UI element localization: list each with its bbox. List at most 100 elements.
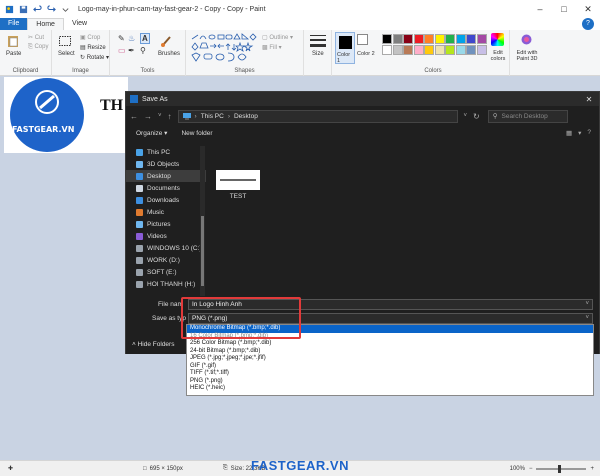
file-type-option[interactable]: PNG (*.png): [187, 378, 593, 386]
rotate-button[interactable]: ↻ Rotate ▾: [80, 54, 109, 61]
nav-item[interactable]: Downloads: [126, 194, 206, 206]
fill-button[interactable]: ▩ Fill ▾: [262, 44, 282, 51]
color-swatch[interactable]: [455, 45, 466, 55]
organize-button[interactable]: Organize ▾: [136, 129, 167, 137]
color2-swatch[interactable]: [357, 34, 368, 45]
canvas[interactable]: FASTGEAR.VN TH: [4, 77, 128, 153]
nav-item[interactable]: Videos: [126, 230, 206, 242]
nav-item[interactable]: Documents: [126, 182, 206, 194]
file-type-option[interactable]: GIF (*.gif): [187, 363, 593, 371]
nav-item[interactable]: WORK (D:): [126, 254, 206, 266]
magnifier-icon[interactable]: ⚲: [140, 46, 146, 55]
eraser-icon[interactable]: ▭: [118, 46, 126, 55]
tab-file[interactable]: File: [0, 18, 28, 30]
help-circle-icon[interactable]: ?: [587, 129, 591, 137]
color-swatch[interactable]: [424, 45, 434, 55]
color-swatch[interactable]: [466, 45, 476, 55]
edit-colors-button[interactable]: Edit colors: [488, 50, 508, 62]
crop-button[interactable]: ▣ Crop: [80, 34, 100, 41]
nav-item[interactable]: Pictures: [126, 218, 206, 230]
view-options-icon[interactable]: ▦: [566, 129, 572, 137]
search-box[interactable]: ⚲ Search Desktop: [487, 109, 568, 123]
color-swatch[interactable]: [403, 45, 413, 55]
saveas-dropdown-icon[interactable]: ˅: [585, 314, 589, 323]
color-swatch[interactable]: [392, 34, 403, 44]
color-swatch[interactable]: [476, 34, 487, 44]
new-folder-button[interactable]: New folder: [181, 130, 212, 137]
customize-quick-access-icon[interactable]: [61, 5, 70, 14]
recent-dropdown-icon[interactable]: ˅: [158, 113, 162, 119]
close-icon[interactable]: ✕: [576, 0, 600, 18]
pencil-icon[interactable]: ✎: [118, 34, 125, 43]
redo-icon[interactable]: [47, 4, 56, 14]
file-type-option[interactable]: TIFF (*.tif;*.tiff): [187, 370, 593, 378]
save-icon[interactable]: [19, 5, 28, 14]
outline-button[interactable]: ▢ Outline ▾: [262, 34, 293, 41]
color-swatch[interactable]: [403, 34, 413, 44]
fill-icon[interactable]: ♨: [128, 34, 135, 43]
maximize-icon[interactable]: □: [552, 0, 576, 18]
color-swatch[interactable]: [445, 34, 455, 44]
nav-scroll-thumb[interactable]: [201, 216, 204, 286]
shapes-gallery[interactable]: [190, 33, 260, 63]
color-swatch[interactable]: [382, 45, 392, 55]
color-swatch[interactable]: [424, 34, 434, 44]
breadcrumb-desktop[interactable]: Desktop: [234, 113, 258, 120]
help-icon[interactable]: ?: [582, 18, 594, 30]
paste-icon[interactable]: [6, 34, 20, 48]
color-picker-icon[interactable]: ✒: [128, 46, 135, 55]
file-type-option[interactable]: HEIC (*.heic): [187, 385, 593, 393]
address-dropdown-icon[interactable]: ˅: [464, 113, 468, 119]
brushes-button[interactable]: Brushes: [158, 51, 180, 57]
nav-item[interactable]: This PC: [126, 146, 206, 158]
nav-scrollbar[interactable]: [200, 146, 205, 296]
cut-button[interactable]: ✂ Cut: [28, 34, 44, 41]
color-swatch[interactable]: [434, 45, 445, 55]
up-arrow-icon[interactable]: ↑: [168, 112, 172, 121]
color-swatch[interactable]: [476, 45, 487, 55]
select-icon[interactable]: [58, 34, 72, 48]
file-type-option[interactable]: 24-bit Bitmap (*.bmp;*.dib): [187, 348, 593, 356]
resize-button[interactable]: ▤ Resize: [80, 44, 106, 51]
select-button[interactable]: Select: [58, 51, 75, 57]
tab-view[interactable]: View: [64, 18, 95, 30]
refresh-icon[interactable]: ↻: [473, 112, 480, 121]
undo-icon[interactable]: [33, 4, 42, 14]
brush-icon[interactable]: [160, 34, 174, 48]
color-swatch[interactable]: [382, 34, 392, 44]
size-button[interactable]: Size: [312, 51, 324, 57]
copy-button[interactable]: ⎘ Copy: [28, 44, 48, 51]
minimize-icon[interactable]: –: [528, 0, 552, 18]
tab-home[interactable]: Home: [27, 18, 64, 30]
rainbow-icon[interactable]: [491, 33, 504, 46]
color-swatch[interactable]: [413, 45, 424, 55]
file-type-option[interactable]: 256 Color Bitmap (*.bmp;*.dib): [187, 340, 593, 348]
size-lines-icon[interactable]: [310, 34, 326, 48]
forward-arrow-icon[interactable]: →: [144, 112, 152, 121]
color-swatch[interactable]: [392, 45, 403, 55]
edit-with-paint3d-button[interactable]: Edit with Paint 3D: [511, 50, 543, 62]
file-name[interactable]: TEST: [216, 193, 260, 200]
paint3d-icon[interactable]: [520, 33, 533, 46]
file-thumbnail[interactable]: [216, 170, 260, 190]
nav-item[interactable]: Music: [126, 206, 206, 218]
breadcrumb-this-pc[interactable]: This PC: [201, 113, 224, 120]
nav-item[interactable]: SOFT (E:): [126, 266, 206, 278]
color-swatch[interactable]: [434, 34, 445, 44]
color-swatch[interactable]: [413, 34, 424, 44]
color-swatch[interactable]: [455, 34, 466, 44]
dialog-close-icon[interactable]: ✕: [579, 95, 599, 104]
filename-dropdown-icon[interactable]: ˅: [585, 300, 589, 309]
color-swatch[interactable]: [445, 45, 455, 55]
paste-button[interactable]: Paste: [6, 51, 21, 57]
back-arrow-icon[interactable]: ←: [130, 112, 138, 121]
nav-item[interactable]: 3D Objects: [126, 158, 206, 170]
nav-item[interactable]: HOI THANH (H:): [126, 278, 206, 290]
address-bar[interactable]: › This PC › Desktop: [177, 109, 458, 123]
color-swatch[interactable]: [466, 34, 476, 44]
file-type-option[interactable]: JPEG (*.jpg;*.jpeg;*.jpe;*.jfif): [187, 355, 593, 363]
text-icon[interactable]: A: [140, 33, 150, 44]
nav-item[interactable]: WINDOWS 10 (C:): [126, 242, 206, 254]
hide-folders-button[interactable]: ˄ Hide Folders: [132, 341, 174, 348]
nav-item[interactable]: Desktop: [126, 170, 206, 182]
